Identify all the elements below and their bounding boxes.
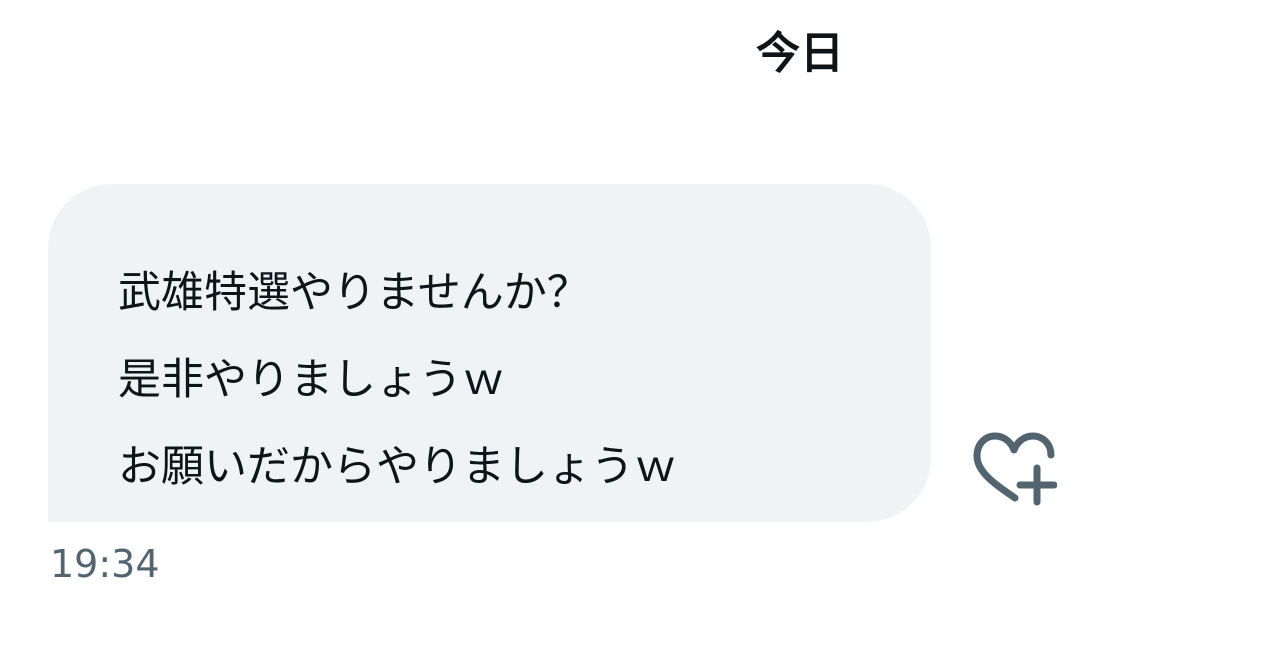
message-timestamp: 19:34 [50, 542, 160, 586]
day-divider: 今日 [756, 28, 844, 79]
message-bubble[interactable]: 武雄特選やりませんか？ 是非やりましょうｗ お願いだからやりましょうｗ [48, 184, 931, 522]
message-row: 武雄特選やりませんか？ 是非やりましょうｗ お願いだからやりましょうｗ [48, 184, 1058, 522]
add-reaction-button[interactable] [971, 430, 1058, 510]
message-line: 是非やりましょうｗ [118, 355, 505, 405]
message-line: 武雄特選やりませんか？ [118, 268, 590, 318]
message-line: お願いだからやりましょうｗ [118, 442, 677, 492]
heart-plus-icon [973, 432, 1058, 506]
